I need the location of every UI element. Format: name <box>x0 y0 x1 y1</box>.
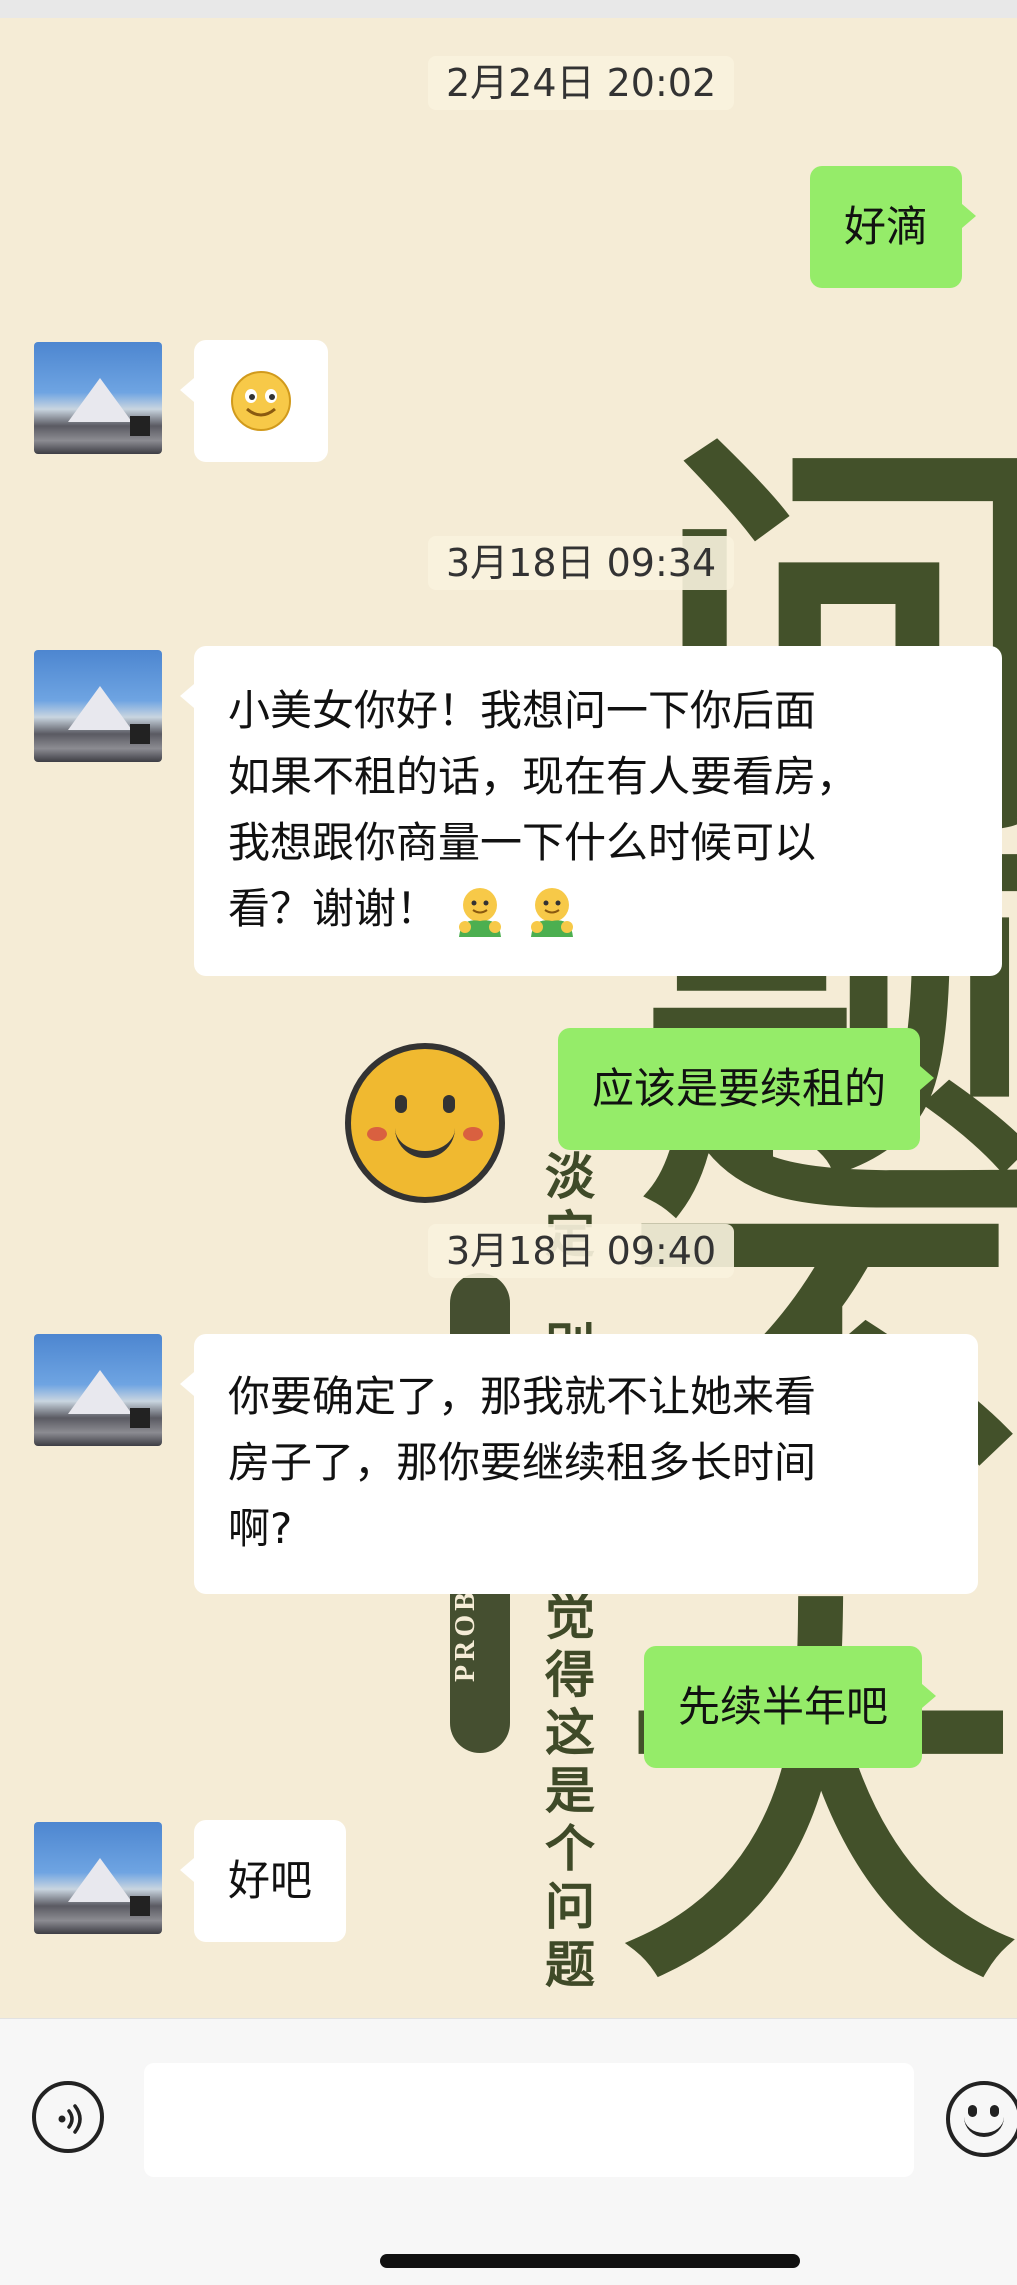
smile-emoji-icon <box>231 371 291 431</box>
message-bubble-incoming[interactable] <box>180 340 328 462</box>
contact-avatar[interactable] <box>34 1334 162 1446</box>
home-indicator[interactable] <box>380 2254 800 2268</box>
hug-emoji-icon <box>459 887 502 937</box>
message-line: 小美女你好！我想问一下你后面 <box>228 686 817 735</box>
wallpaper-text-slogan: 觉得这是个问题 <box>545 1587 595 1994</box>
message-line: 我想跟你商量一下什么时候可以 <box>228 818 817 867</box>
message-bubble-incoming[interactable]: 你要确定了，那我就不让她来看 房子了，那你要继续租多长时间 啊? <box>180 1334 978 1594</box>
message-bubble-outgoing[interactable]: 应该是要续租的 <box>558 1028 935 1150</box>
message-bubble-incoming[interactable]: 小美女你好！我想问一下你后面 如果不租的话，现在有人要看房， 我想跟你商量一下什… <box>180 646 1002 976</box>
timestamp: 3月18日 09:34 <box>428 536 735 590</box>
contact-avatar[interactable] <box>34 650 162 762</box>
status-bar-strip <box>0 0 1017 18</box>
message-line: 你要确定了，那我就不让她来看 <box>228 1372 817 1421</box>
message-line: 房子了，那你要继续租多长时间 <box>228 1438 817 1487</box>
message-line-last: 看？谢谢！ <box>228 876 968 942</box>
message-bubble-outgoing[interactable]: 好滴 <box>810 166 977 288</box>
message-line: 如果不租的话，现在有人要看房， <box>228 752 859 801</box>
voice-icon[interactable] <box>32 2081 104 2153</box>
message-line: 啊? <box>228 1504 293 1553</box>
timestamp: 2月24日 20:02 <box>428 56 735 110</box>
chat-input-bar <box>0 2018 1017 2285</box>
message-input[interactable] <box>144 2063 914 2177</box>
message-bubble-incoming[interactable]: 好吧 <box>179 1820 347 1942</box>
contact-avatar[interactable] <box>34 342 162 454</box>
message-bubble-outgoing[interactable]: 先续半年吧 <box>644 1646 937 1768</box>
wallpaper-smiley-icon <box>345 1043 505 1203</box>
contact-avatar[interactable] <box>34 1822 162 1934</box>
timestamp: 3月18日 09:40 <box>428 1224 735 1278</box>
hug-emoji-icon <box>530 887 573 937</box>
emoji-icon[interactable] <box>946 2081 1017 2157</box>
